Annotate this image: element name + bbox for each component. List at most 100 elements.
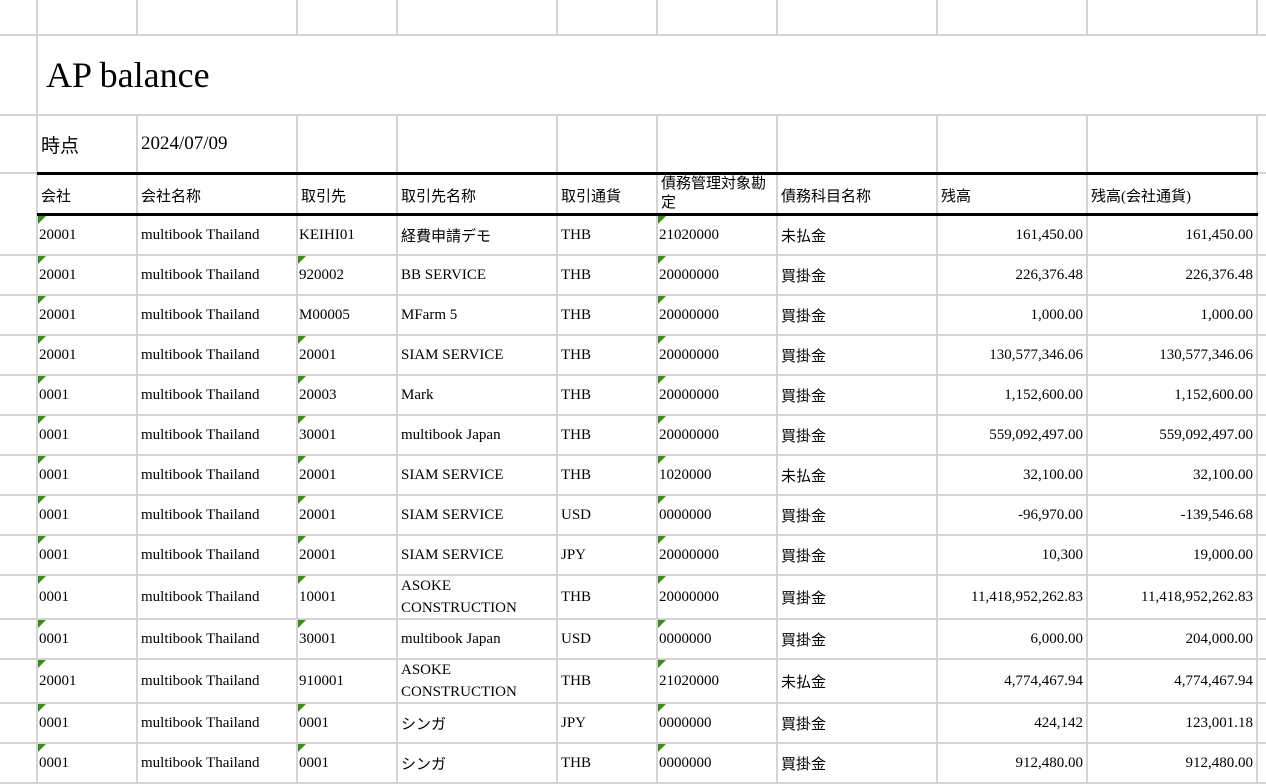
error-triangle-icon[interactable] (38, 456, 46, 464)
error-triangle-icon[interactable] (298, 376, 306, 384)
cell-balance[interactable]: 912,480.00 (938, 744, 1088, 782)
cell-ap-account[interactable]: 1020000 (658, 456, 778, 494)
error-triangle-icon[interactable] (658, 576, 666, 584)
cell-balance[interactable]: 11,418,952,262.83 (938, 576, 1088, 618)
cell[interactable] (38, 0, 138, 34)
cell-ap-account[interactable]: 0000000 (658, 704, 778, 742)
cell-account-name[interactable]: 買掛金 (778, 336, 938, 374)
error-triangle-icon[interactable] (38, 744, 46, 752)
cell-ap-account[interactable]: 0000000 (658, 744, 778, 782)
as-of-date[interactable]: 2024/07/09 (138, 116, 298, 172)
cell[interactable] (558, 0, 658, 34)
cell-partner-name[interactable]: シンガ (398, 744, 558, 782)
cell-balance[interactable]: 1,152,600.00 (938, 376, 1088, 414)
error-triangle-icon[interactable] (298, 704, 306, 712)
cell-balance[interactable]: 10,300 (938, 536, 1088, 574)
cell-balance[interactable]: 1,000.00 (938, 296, 1088, 334)
cell-currency[interactable]: THB (558, 576, 658, 618)
error-triangle-icon[interactable] (298, 336, 306, 344)
error-triangle-icon[interactable] (38, 336, 46, 344)
cell-company[interactable]: 0001 (38, 496, 138, 534)
cell-currency[interactable]: THB (558, 256, 658, 294)
error-triangle-icon[interactable] (38, 216, 46, 224)
cell-company-name[interactable]: multibook Thailand (138, 536, 298, 574)
cell-ap-account[interactable]: 20000000 (658, 296, 778, 334)
cell-balance-local[interactable]: 912,480.00 (1088, 744, 1258, 782)
cell-company[interactable]: 20001 (38, 336, 138, 374)
cell-partner[interactable]: 0001 (298, 704, 398, 742)
cell[interactable] (938, 116, 1088, 172)
cell-ap-account[interactable]: 21020000 (658, 216, 778, 254)
cell-account-name[interactable]: 買掛金 (778, 416, 938, 454)
error-triangle-icon[interactable] (298, 620, 306, 628)
cell-ap-account[interactable]: 20000000 (658, 416, 778, 454)
cell-company-name[interactable]: multibook Thailand (138, 744, 298, 782)
cell-account-name[interactable]: 未払金 (778, 456, 938, 494)
cell-company[interactable]: 20001 (38, 296, 138, 334)
cell-partner[interactable]: 20001 (298, 536, 398, 574)
cell-account-name[interactable]: 買掛金 (778, 496, 938, 534)
cell-company[interactable]: 0001 (38, 704, 138, 742)
cell[interactable] (298, 0, 398, 34)
cell-currency[interactable]: THB (558, 296, 658, 334)
error-triangle-icon[interactable] (298, 456, 306, 464)
cell-currency[interactable]: THB (558, 216, 658, 254)
cell-partner[interactable]: 910001 (298, 660, 398, 702)
cell[interactable] (1088, 116, 1258, 172)
cell-partner[interactable]: 30001 (298, 620, 398, 658)
cell-partner[interactable]: 30001 (298, 416, 398, 454)
cell-ap-account[interactable]: 0000000 (658, 620, 778, 658)
cell-partner[interactable]: 10001 (298, 576, 398, 618)
column-header-balance-local[interactable]: 残高(会社通貨) (1088, 174, 1258, 216)
cell-currency[interactable]: USD (558, 620, 658, 658)
error-triangle-icon[interactable] (38, 660, 46, 668)
cell-balance-local[interactable]: 161,450.00 (1088, 216, 1258, 254)
cell-currency[interactable]: THB (558, 336, 658, 374)
cell[interactable] (658, 116, 778, 172)
cell-company-name[interactable]: multibook Thailand (138, 336, 298, 374)
cell-company-name[interactable]: multibook Thailand (138, 376, 298, 414)
cell-company-name[interactable]: multibook Thailand (138, 256, 298, 294)
error-triangle-icon[interactable] (658, 376, 666, 384)
error-triangle-icon[interactable] (658, 216, 666, 224)
cell-account-name[interactable]: 買掛金 (778, 704, 938, 742)
error-triangle-icon[interactable] (658, 496, 666, 504)
cell-ap-account[interactable]: 20000000 (658, 576, 778, 618)
cell-partner[interactable]: 20001 (298, 336, 398, 374)
cell-balance-local[interactable]: 123,001.18 (1088, 704, 1258, 742)
column-header-partner-name[interactable]: 取引先名称 (398, 174, 558, 216)
cell-partner-name[interactable]: シンガ (398, 704, 558, 742)
cell-partner-name[interactable]: SIAM SERVICE (398, 536, 558, 574)
cell-balance[interactable]: 6,000.00 (938, 620, 1088, 658)
error-triangle-icon[interactable] (38, 536, 46, 544)
error-triangle-icon[interactable] (38, 296, 46, 304)
cell-account-name[interactable]: 未払金 (778, 660, 938, 702)
cell-company-name[interactable]: multibook Thailand (138, 704, 298, 742)
cell-account-name[interactable]: 買掛金 (778, 620, 938, 658)
cell-company[interactable]: 0001 (38, 576, 138, 618)
error-triangle-icon[interactable] (298, 744, 306, 752)
cell-account-name[interactable]: 買掛金 (778, 376, 938, 414)
cell-balance[interactable]: 4,774,467.94 (938, 660, 1088, 702)
cell-balance[interactable]: 559,092,497.00 (938, 416, 1088, 454)
cell-partner-name[interactable]: ASOKE CONSTRUCTION (398, 576, 558, 618)
as-of-label[interactable]: 時点 (38, 116, 138, 172)
cell[interactable] (398, 0, 558, 34)
cell[interactable] (558, 116, 658, 172)
cell-company[interactable]: 20001 (38, 660, 138, 702)
cell-currency[interactable]: THB (558, 744, 658, 782)
error-triangle-icon[interactable] (658, 296, 666, 304)
cell-balance-local[interactable]: -139,546.68 (1088, 496, 1258, 534)
cell-ap-account[interactable]: 20000000 (658, 336, 778, 374)
cell-partner-name[interactable]: multibook Japan (398, 620, 558, 658)
cell-currency[interactable]: JPY (558, 536, 658, 574)
cell-balance-local[interactable]: 1,152,600.00 (1088, 376, 1258, 414)
error-triangle-icon[interactable] (658, 744, 666, 752)
error-triangle-icon[interactable] (658, 536, 666, 544)
cell-partner-name[interactable]: Mark (398, 376, 558, 414)
cell[interactable] (298, 116, 398, 172)
cell-balance[interactable]: 424,142 (938, 704, 1088, 742)
cell-partner-name[interactable]: SIAM SERVICE (398, 496, 558, 534)
cell-balance-local[interactable]: 204,000.00 (1088, 620, 1258, 658)
cell-currency[interactable]: THB (558, 660, 658, 702)
